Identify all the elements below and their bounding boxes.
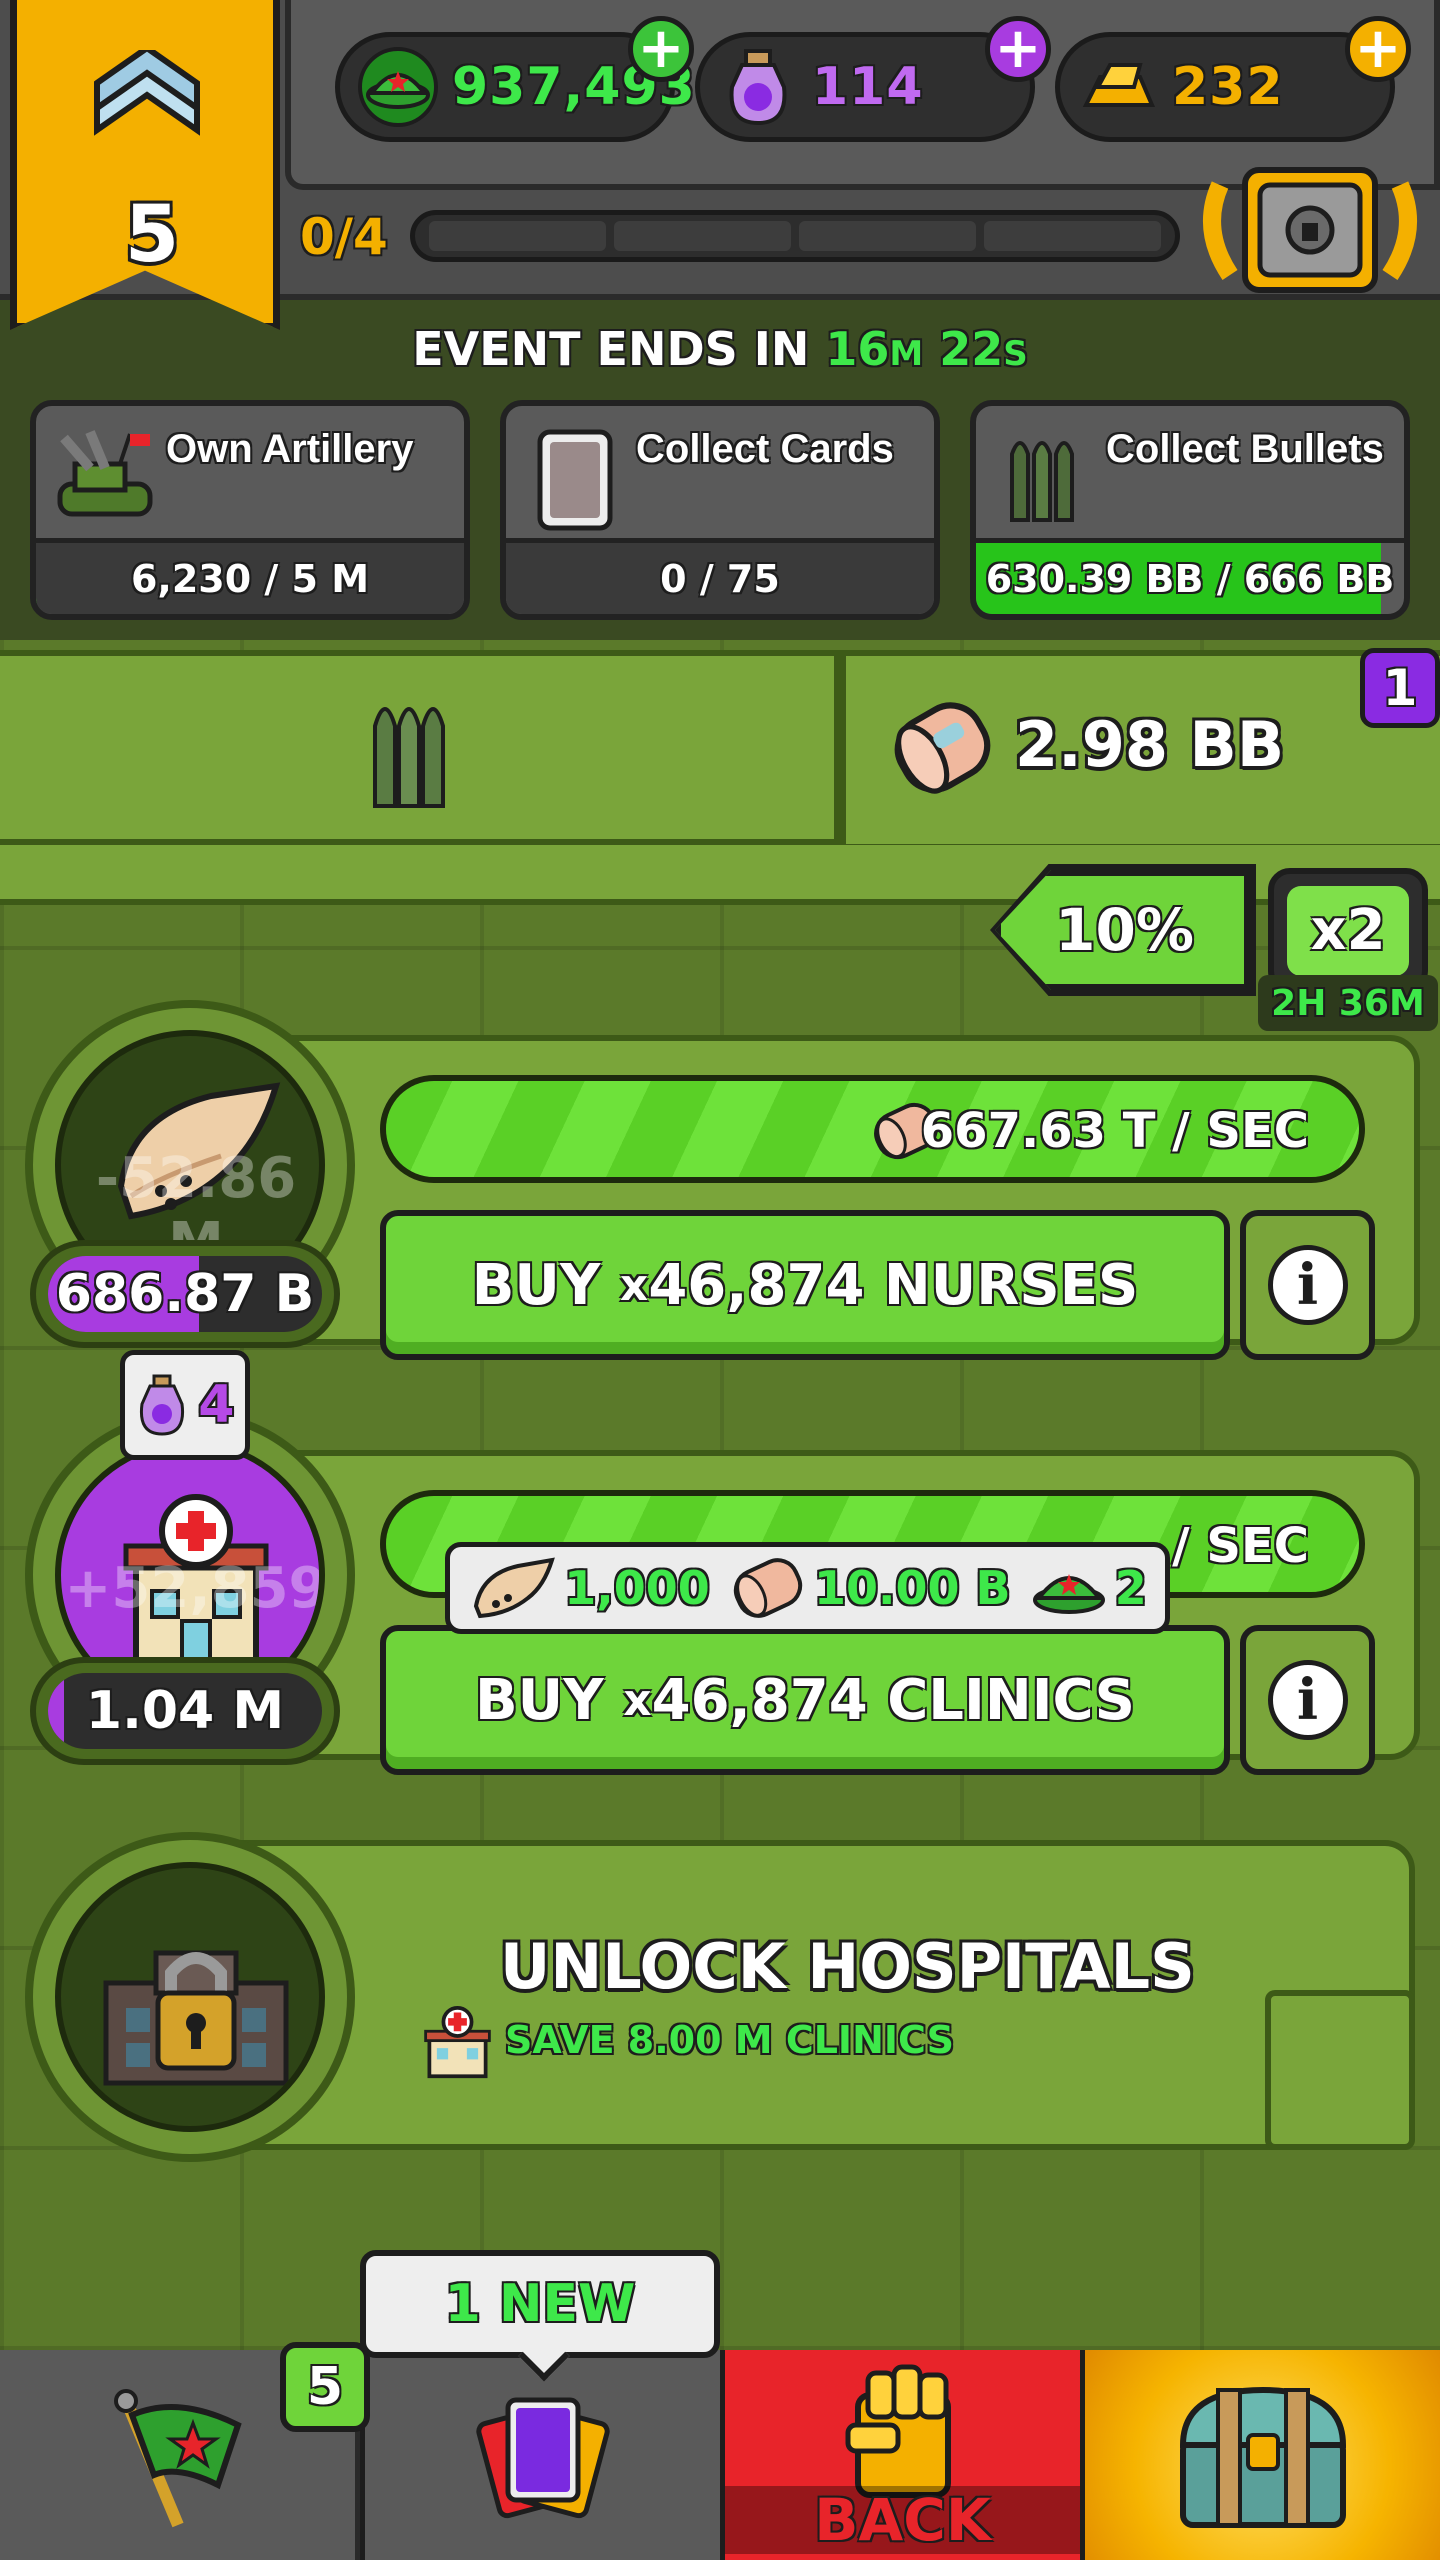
rank-progress-label: 0/4 (300, 208, 388, 266)
event-seconds-unit: S (1003, 334, 1028, 374)
buy-prefix: BUY (471, 1252, 601, 1318)
gold-bar-icon (1082, 63, 1156, 107)
nurses-count: 686.87 B (30, 1240, 340, 1348)
cards-new-bubble: 1 NEW (360, 2250, 720, 2382)
potion-icon (139, 1374, 184, 1436)
clinics-ghost-value: +52,859 (64, 1556, 325, 1621)
nurses-info-button[interactable]: i (1240, 1210, 1375, 1360)
clinic-cost-bubble: 4 (120, 1350, 250, 1460)
potions-currency[interactable]: 114 (695, 32, 1035, 142)
task-progress-text: 630.39 BB / 666 BB (985, 556, 1395, 601)
unlock-hospitals-title: UNLOCK HOSPITALS (500, 1930, 1195, 2003)
nurses-rate-bar: 667.63 T / SEC (380, 1075, 1365, 1183)
task-progress-bar: 0 / 75 (506, 538, 934, 614)
nurses-rate-value: 667.63 T / SEC (920, 1103, 1309, 1159)
tooltip-cost-1: 1,000 (564, 1561, 710, 1615)
info-icon: i (1267, 1245, 1348, 1325)
info-icon: i (1267, 1660, 1348, 1740)
cards-tab[interactable] (365, 2350, 720, 2560)
gold-value: 232 (1172, 57, 1284, 117)
treasure-chest-icon (1179, 2386, 1346, 2528)
flag-icon (113, 2389, 242, 2528)
medals-currency[interactable]: 937,493 (335, 32, 695, 142)
missions-badge: 5 (280, 2342, 370, 2432)
task-collect-cards[interactable]: Collect Cards 0 / 75 (500, 400, 940, 620)
buy-clinics-button[interactable]: BUY x 46,874 CLINICS (380, 1625, 1230, 1775)
army-cap-icon (358, 47, 438, 127)
event-minutes-unit: M (889, 334, 924, 374)
event-ends-label: EVENT ENDS IN (412, 322, 810, 376)
bullets-icon (1010, 441, 1074, 522)
unlock-panel-corner (1265, 1990, 1415, 2150)
task-progress-text: 6,230 / 5 M (130, 556, 370, 601)
bandage-roll-icon (733, 1558, 803, 1618)
potion-icon (729, 49, 787, 126)
task-title: Own Artillery (166, 427, 414, 471)
clinics-info-button[interactable]: i (1240, 1625, 1375, 1775)
task-title: Collect Cards (636, 427, 894, 471)
cards-new-label: 1 NEW (444, 2274, 636, 2334)
artillery-icon (57, 430, 153, 517)
event-seconds: 22 (939, 322, 1004, 376)
event-minutes: 16 (825, 322, 890, 376)
bottom-nav: BACK (0, 2350, 1440, 2560)
buy-prefix: BUY (475, 1667, 604, 1733)
task-collect-bullets[interactable]: Collect Bullets 630.39 BB / 666 BB (970, 400, 1410, 620)
task-progress-bar: 630.39 BB / 666 BB (976, 538, 1404, 614)
clinic-icon (424, 2005, 491, 2079)
bullets-icon (373, 707, 445, 808)
locked-hospital-icon (103, 1950, 289, 2086)
tooltip-cost-2: 10.00 B (813, 1561, 1011, 1615)
add-gold-button[interactable]: + (1345, 16, 1411, 82)
buy-label: 46,874 CLINICS (651, 1667, 1135, 1733)
clinics-count-value: 1.04 M (85, 1681, 285, 1741)
vault-icon[interactable] (1200, 155, 1420, 305)
nurses-count-value: 686.87 B (55, 1264, 315, 1324)
gold-currency[interactable]: 232 (1055, 32, 1395, 142)
buy-mult: x (619, 1259, 649, 1311)
tooltip-cost-3: 2 (1114, 1561, 1147, 1615)
bandage-badge[interactable]: 1 (1360, 648, 1440, 728)
potions-value: 114 (812, 57, 924, 117)
bandage-strip-icon (474, 1557, 556, 1619)
rank-chevron-icon (94, 50, 200, 136)
add-potions-button[interactable]: + (985, 16, 1051, 82)
task-title: Collect Bullets (1106, 427, 1384, 471)
add-medals-button[interactable]: + (628, 16, 694, 82)
multiplier-timer: 2H 36M (1258, 975, 1438, 1031)
event-timer: EVENT ENDS IN 16M 22S (0, 322, 1440, 376)
clinics-count-fill (48, 1673, 65, 1749)
cards-icon (475, 2397, 610, 2519)
back-label: BACK (725, 2486, 1080, 2554)
back-tab[interactable]: BACK (725, 2350, 1080, 2560)
bandage-total-value: 2.98 BB (1015, 708, 1285, 781)
rank-progress-bar (410, 210, 1180, 262)
multiplier-label: x2 (1287, 885, 1409, 976)
clinic-cost-value: 4 (198, 1375, 235, 1435)
task-own-artillery[interactable]: Own Artillery 6,230 / 5 M (30, 400, 470, 620)
card-icon (537, 429, 613, 531)
clinic-cost-tooltip: 1,000 10.00 B 2 (445, 1542, 1170, 1634)
rank-number: 5 (124, 190, 180, 280)
clinics-rate-value: / SEC (1172, 1518, 1309, 1574)
buy-label: 46,874 NURSES (648, 1252, 1139, 1318)
chest-tab[interactable] (1085, 2350, 1440, 2560)
clinics-count: 1.04 M (30, 1657, 340, 1765)
buy-mult: x (623, 1674, 652, 1726)
bullet-panel (0, 650, 840, 845)
buy-nurses-button[interactable]: BUY x 46,874 NURSES (380, 1210, 1230, 1360)
task-progress-text: 0 / 75 (660, 556, 780, 601)
army-cap-icon (1032, 1574, 1105, 1614)
bandage-roll-icon (894, 702, 991, 794)
hospital-portrait (25, 1832, 355, 2162)
task-progress-bar: 6,230 / 5 M (36, 538, 464, 614)
unlock-hospitals-subtitle: SAVE 8.00 M CLINICS (505, 2018, 954, 2062)
